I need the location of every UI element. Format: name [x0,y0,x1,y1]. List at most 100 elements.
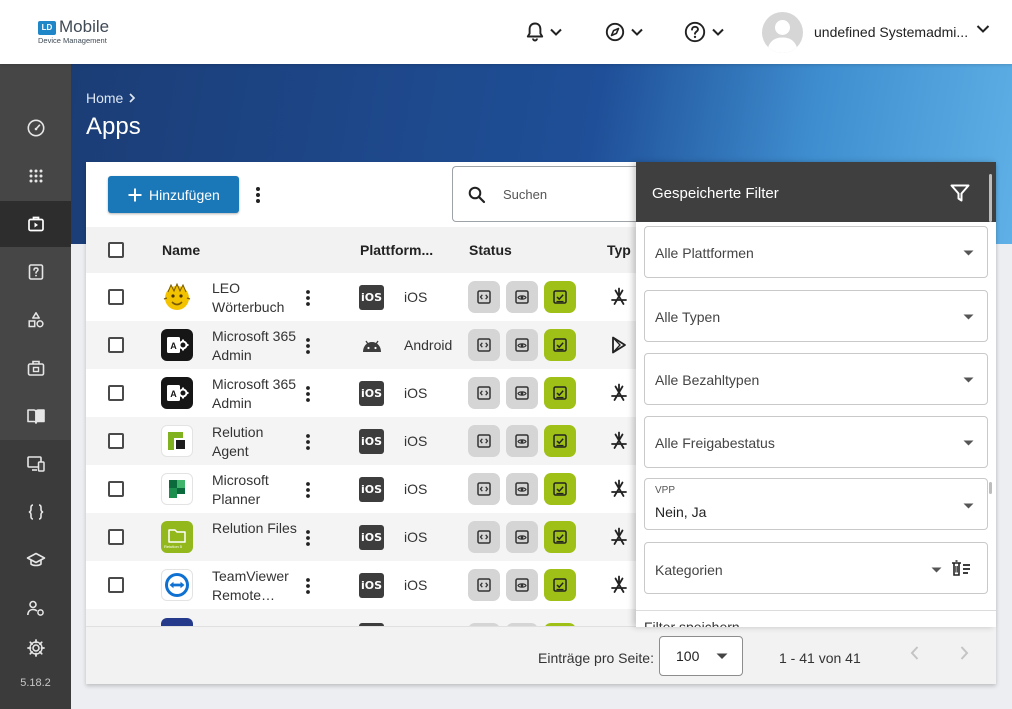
row-more-button[interactable] [300,527,316,549]
app-name[interactable]: Microsoft 365 Admin [212,375,298,413]
ios-icon: iOS [359,477,384,502]
explore-button[interactable] [605,18,643,46]
code-status-button[interactable] [468,281,500,313]
sidebar-item-code[interactable] [0,489,71,535]
app-name[interactable]: Microsoft Planner [212,471,298,509]
dropdown-arrow-icon [716,653,728,659]
payment-type-filter-select[interactable]: Alle Bezahltypen [644,353,988,405]
preview-status-button[interactable] [506,281,538,313]
sidebar-item-users[interactable] [0,585,71,631]
app-name[interactable]: TeamViewer Remote… [212,567,298,605]
dropdown-arrow-icon [963,503,974,509]
filter-panel-scrollbar[interactable] [989,482,992,494]
type-filter-select[interactable]: Alle Typen [644,290,988,342]
vpp-filter-value: Nein, Ja [655,504,707,520]
column-platform[interactable]: Plattform... [360,242,433,258]
breadcrumb-home[interactable]: Home [86,90,123,106]
sidebar-item-devices[interactable] [0,441,71,487]
braces-icon [28,504,43,520]
release-status-button[interactable] [544,425,576,457]
sidebar-item-education[interactable] [0,537,71,583]
clear-filter-icon[interactable] [950,560,972,578]
chevron-right-icon[interactable] [958,645,970,661]
row-checkbox[interactable] [108,433,124,449]
sidebar-item-apps-grid[interactable] [0,153,71,199]
code-status-button[interactable] [468,377,500,409]
row-checkbox[interactable] [108,577,124,593]
preview-status-button[interactable] [506,425,538,457]
row-more-button[interactable] [300,479,316,501]
question-box-icon [28,264,43,280]
release-status-button[interactable] [544,473,576,505]
app-name[interactable]: Relution Agent [212,423,298,461]
row-more-button[interactable] [300,575,316,597]
app-name[interactable]: Microsoft 365 Admin [212,327,298,365]
sidebar-item-dashboard[interactable] [0,105,71,151]
add-button[interactable]: Hinzufügen [108,176,239,213]
code-box-icon [477,482,491,496]
help-icon [684,21,706,43]
sidebar-item-book[interactable] [0,393,71,439]
sidebar-item-briefcase[interactable] [0,345,71,391]
app-store-icon [611,479,627,497]
preview-status-button[interactable] [506,377,538,409]
column-status[interactable]: Status [469,242,512,258]
column-type[interactable]: Typ [607,242,631,258]
filter-panel-scrollbar[interactable] [989,174,992,222]
row-checkbox[interactable] [108,289,124,305]
row-checkbox[interactable] [108,481,124,497]
row-more-button[interactable] [300,335,316,357]
release-status-filter-select[interactable]: Alle Freigabestatus [644,416,988,468]
chevron-down-icon[interactable] [976,24,990,34]
row-more-button[interactable] [300,287,316,309]
release-status-button[interactable] [544,569,576,601]
avatar[interactable] [762,12,803,53]
sidebar-item-shapes[interactable] [0,297,71,343]
row-checkbox[interactable] [108,337,124,353]
preview-status-button[interactable] [506,473,538,505]
notifications-button[interactable] [526,18,562,46]
select-all-checkbox[interactable] [108,242,124,258]
release-status-button[interactable] [544,521,576,553]
more-vertical-icon [306,482,310,498]
code-status-button[interactable] [468,521,500,553]
release-status-button[interactable] [544,377,576,409]
app-name[interactable]: LEO Wörterbuch [212,279,298,317]
release-status-button[interactable] [544,281,576,313]
sidebar-item-apps[interactable] [0,201,71,247]
code-status-button[interactable] [468,569,500,601]
preview-status-button[interactable] [506,569,538,601]
check-box-icon [553,338,567,352]
ms365-admin-icon: A [161,329,193,361]
row-more-button[interactable] [300,431,316,453]
filter-icon[interactable] [950,184,970,202]
sidebar-item-questions[interactable] [0,249,71,295]
logo-name: Mobile [59,17,110,36]
dropdown-arrow-icon [931,567,942,573]
code-status-button[interactable] [468,329,500,361]
release-status-button[interactable] [544,329,576,361]
row-checkbox[interactable] [108,529,124,545]
vpp-filter-select[interactable]: VPP Nein, Ja [644,478,988,530]
user-name[interactable]: undefined Systemadmi... [814,24,968,40]
code-status-button[interactable] [468,425,500,457]
save-filter-label[interactable]: Filter speichern [644,619,740,627]
search-input[interactable] [503,187,633,202]
app-name[interactable]: Relution Files [212,519,298,538]
chevron-left-icon[interactable] [909,645,921,661]
toolbar-more-button[interactable] [248,182,268,208]
sidebar-item-settings[interactable] [0,633,71,663]
help-button[interactable] [684,18,724,46]
per-page-select[interactable]: 100 [659,636,743,676]
row-more-button[interactable] [300,383,316,405]
add-button-label: Hinzufügen [149,186,220,203]
row-checkbox[interactable] [108,385,124,401]
relution-files-icon: Relution 5 [161,521,193,553]
speedometer-icon [27,119,44,137]
platform-filter-select[interactable]: Alle Plattformen [644,226,988,278]
preview-status-button[interactable] [506,329,538,361]
code-status-button[interactable] [468,473,500,505]
column-name[interactable]: Name [162,242,200,258]
preview-status-button[interactable] [506,521,538,553]
category-filter-select[interactable]: Kategorien [644,542,988,594]
